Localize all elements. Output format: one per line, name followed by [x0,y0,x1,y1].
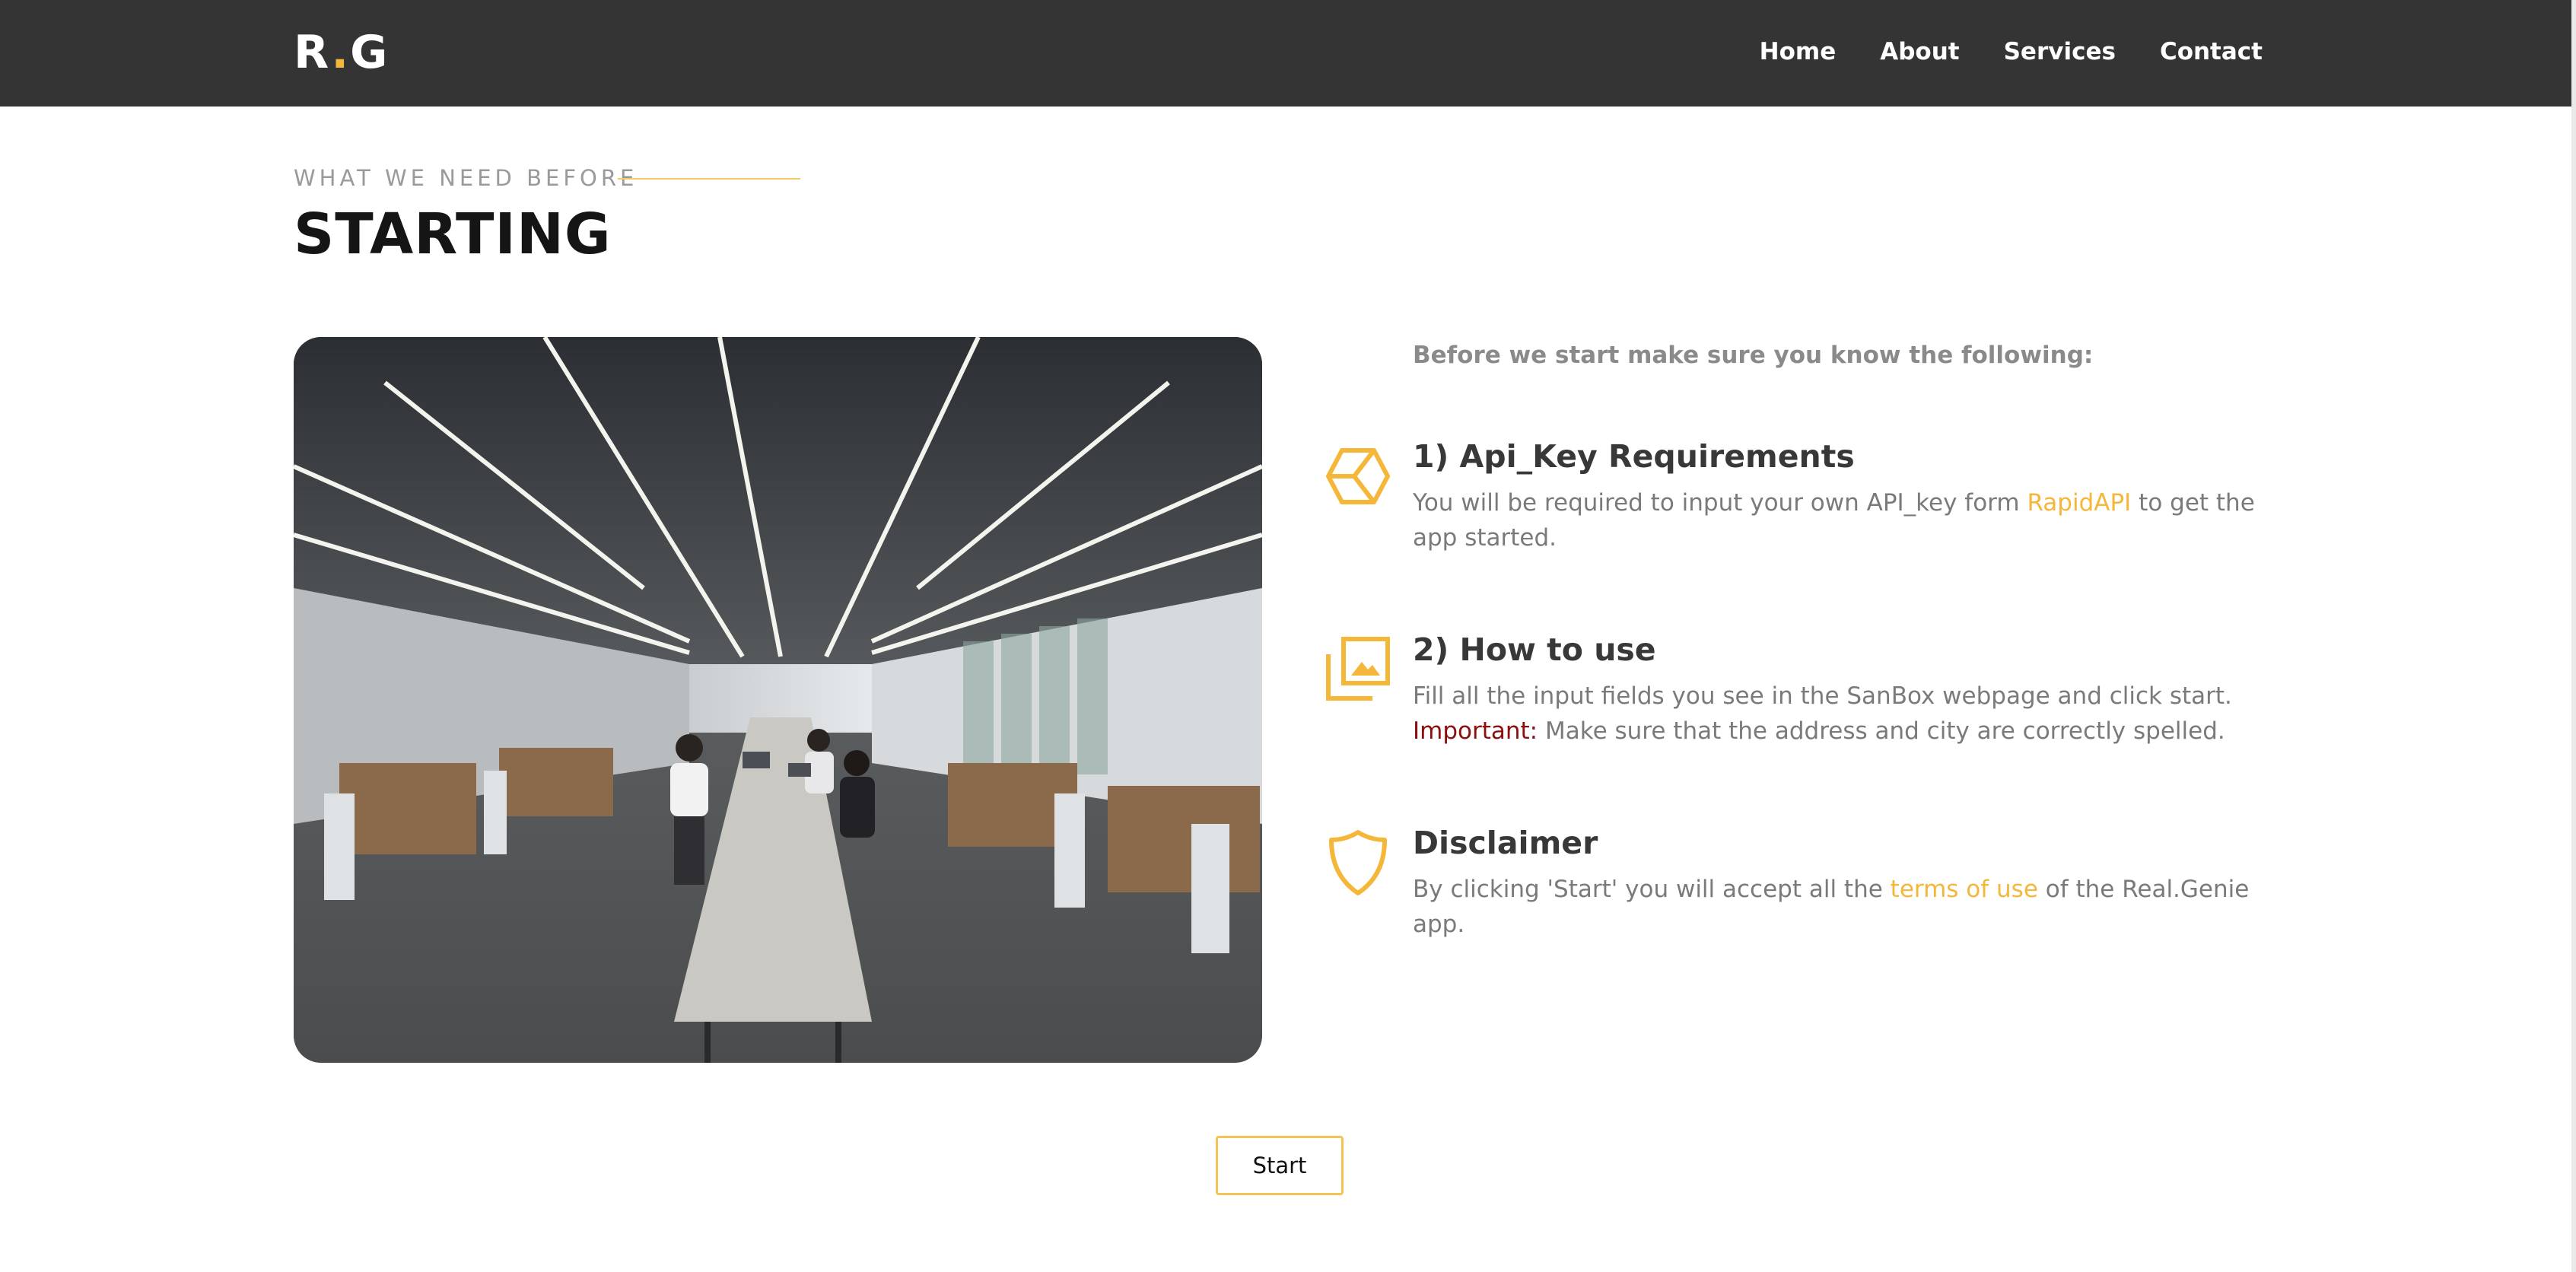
cube-icon [1324,441,1392,510]
important-text: Make sure that the address and city are … [1538,717,2225,745]
feature-body: 2) How to use Fill all the input fields … [1413,627,2265,749]
logo[interactable]: R.G [294,26,389,79]
feature-body: Disclaimer By clicking 'Start' you will … [1413,820,2265,942]
shield-icon [1324,828,1392,896]
feature-text: Fill all the input fields you see in the… [1413,679,2265,749]
terms-of-use-link[interactable]: terms of use [1891,876,2038,903]
feature-title: Disclaimer [1413,825,1598,861]
rapidapi-link[interactable]: RapidAPI [2027,489,2131,517]
section-kicker: WHAT WE NEED BEFORE [294,165,638,191]
images-icon [1324,634,1392,703]
section-title: STARTING [294,202,612,267]
logo-letter-g: G [350,26,390,79]
logo-dot: . [331,26,351,79]
nav-link-home[interactable]: Home [1760,33,1837,70]
important-label: Important: [1413,717,1538,745]
feature-title: 2) How to use [1413,631,1656,668]
kicker-divider [618,178,800,180]
feature-instructions: Fill all the input fields you see in the… [1413,682,2232,710]
feature-body: 1) Api_Key Requirements You will be requ… [1413,434,2265,555]
page: R.G Home About Services Contact WHAT WE … [0,0,2571,1272]
start-button[interactable]: Start [1216,1136,1344,1195]
office-illustration [294,337,1262,1063]
intro-text: Before we start make sure you know the f… [1413,342,2094,369]
nav-link-about[interactable]: About [1880,33,1959,70]
logo-letter-r: R [294,26,332,79]
feature-text-start: You will be required to input your own A… [1413,489,2027,517]
nav-link-contact[interactable]: Contact [2160,33,2263,70]
nav-link-services[interactable]: Services [2004,33,2116,70]
office-photo [294,337,1262,1063]
navbar: R.G Home About Services Contact [0,0,2571,107]
feature-text: You will be required to input your own A… [1413,485,2265,555]
feature-text: By clicking 'Start' you will accept all … [1413,872,2265,942]
feature-title: 1) Api_Key Requirements [1413,438,1855,475]
nav-menu: Home About Services Contact [1760,33,2263,70]
feature-text-start: By clicking 'Start' you will accept all … [1413,876,1891,903]
